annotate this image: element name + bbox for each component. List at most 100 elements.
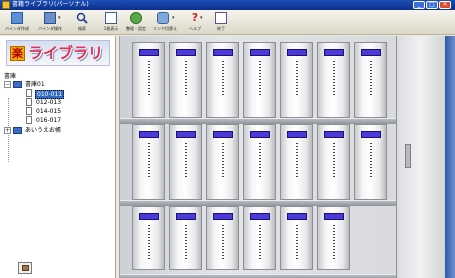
spine-text	[296, 61, 298, 95]
binder-spine[interactable]	[243, 124, 276, 200]
binder-spine[interactable]	[206, 206, 239, 270]
binder-spine[interactable]	[317, 124, 350, 200]
binder-create-button[interactable]: バインダ作成	[2, 11, 32, 34]
binder-create-icon	[11, 12, 23, 24]
binder-spine[interactable]	[132, 42, 165, 118]
binder-spine[interactable]	[243, 42, 276, 118]
door-handle[interactable]	[405, 144, 411, 168]
binder-icon	[26, 89, 32, 97]
spine-text	[148, 225, 150, 259]
dropdown-arrow-icon: ▾	[58, 15, 61, 21]
spine-text	[185, 61, 187, 95]
tree-node-shoko01[interactable]: − 書庫01	[4, 80, 104, 89]
spine-label	[287, 49, 307, 56]
tree-node-014-015[interactable]: 014-015	[26, 107, 106, 116]
spine-text	[222, 61, 224, 95]
toolbar-label: 検索	[78, 26, 86, 31]
binder-operate-button[interactable]: ▾ バインダ操作	[34, 11, 66, 34]
tree-node-label: あいうえお帳	[25, 127, 62, 134]
binder-spine[interactable]	[132, 124, 165, 200]
binder-spine[interactable]	[280, 42, 313, 118]
spine-text	[148, 143, 150, 177]
toolbar-label: ヘルプ	[189, 26, 201, 31]
binder-spine[interactable]	[206, 42, 239, 118]
spine-label	[176, 213, 196, 220]
close-button[interactable]: ✕	[439, 1, 451, 9]
spine-label	[250, 131, 270, 138]
desktop-edge	[445, 36, 455, 278]
spine-label	[324, 131, 344, 138]
toolbar-label: バインダ操作	[38, 26, 62, 31]
exit-button[interactable]: 終了	[212, 11, 230, 34]
spine-label	[287, 131, 307, 138]
logo-mark: 楽	[10, 46, 25, 61]
toolbar-label: 1枚表示	[103, 26, 119, 31]
binder-spine[interactable]	[317, 42, 350, 118]
collapse-icon[interactable]: −	[4, 81, 11, 88]
link-switch-icon	[157, 12, 169, 24]
spine-text	[222, 143, 224, 177]
bookshelf-view-button[interactable]	[18, 262, 32, 274]
binder-spine[interactable]	[354, 124, 387, 200]
tree-node-aiueo[interactable]: + あいうえお帳	[4, 126, 104, 135]
help-button[interactable]: ? ▾ ヘルプ	[184, 11, 206, 34]
library-tree-panel: 楽 ライブラリ 書庫 − 書庫01 010-011 012-013 014-01…	[0, 36, 116, 278]
binder-icon	[26, 116, 32, 124]
binder-spine[interactable]	[169, 124, 202, 200]
binder-spine[interactable]	[206, 124, 239, 200]
binder-spine[interactable]	[132, 206, 165, 270]
binder-spine[interactable]	[280, 206, 313, 270]
binder-icon	[26, 98, 32, 106]
spine-label	[361, 49, 381, 56]
tree-node-label: 書庫01	[25, 81, 45, 88]
title-bar: 書籍ライブラリ(パーソナル) _ □ ✕	[0, 0, 455, 10]
binder-spine[interactable]	[317, 206, 350, 270]
logo-text: ライブラリ	[28, 44, 104, 62]
toolbar-label: 整理・設定	[126, 26, 146, 31]
spine-label	[324, 213, 344, 220]
organize-settings-button[interactable]: 整理・設定	[122, 11, 150, 34]
tree-node-016-017[interactable]: 016-017	[26, 116, 106, 125]
tree-node-label: 012-013	[36, 99, 62, 106]
binder-spine[interactable]	[243, 206, 276, 270]
spine-text	[333, 143, 335, 177]
search-button[interactable]: 検索	[72, 11, 92, 34]
link-switch-button[interactable]: ▾ リンク切替え	[150, 11, 180, 34]
binder-spine[interactable]	[169, 206, 202, 270]
spine-label	[176, 131, 196, 138]
toolbar-label: バインダ作成	[5, 26, 29, 31]
spine-label	[139, 213, 159, 220]
expand-icon[interactable]: +	[4, 127, 11, 134]
search-icon	[76, 12, 88, 24]
binder-spine[interactable]	[280, 124, 313, 200]
single-page-icon	[105, 12, 117, 24]
dropdown-arrow-icon: ▾	[200, 15, 203, 21]
spine-label	[176, 49, 196, 56]
app-logo: 楽 ライブラリ	[6, 40, 110, 66]
exit-icon	[215, 12, 227, 24]
app-window: 書籍ライブラリ(パーソナル) _ □ ✕ バインダ作成 ▾ バインダ操作 検索 …	[0, 0, 455, 278]
spine-label	[213, 131, 233, 138]
spine-text	[259, 143, 261, 177]
tree-node-010-011[interactable]: 010-011	[26, 89, 106, 99]
bookshelf-icon	[13, 127, 22, 134]
spine-text	[333, 225, 335, 259]
spine-label	[324, 49, 344, 56]
maximize-button[interactable]: □	[426, 1, 438, 9]
spine-text	[185, 225, 187, 259]
tree-node-012-013[interactable]: 012-013	[26, 98, 106, 107]
bookshelf-icon	[13, 81, 22, 88]
tree-node-label: 016-017	[36, 117, 62, 124]
binder-spine[interactable]	[169, 42, 202, 118]
organize-settings-icon	[130, 12, 142, 24]
bookshelf-icon	[22, 265, 29, 271]
minimize-button[interactable]: _	[413, 1, 425, 9]
tree-node-label: 014-015	[36, 108, 62, 115]
spine-text	[333, 61, 335, 95]
dropdown-arrow-icon: ▾	[172, 15, 175, 21]
spine-text	[259, 61, 261, 95]
toolbar: バインダ作成 ▾ バインダ操作 検索 1枚表示 整理・設定 ▾ リンク切替え ?…	[0, 10, 455, 35]
binder-spine[interactable]	[354, 42, 387, 118]
single-page-button[interactable]: 1枚表示	[100, 11, 122, 34]
spine-text	[259, 225, 261, 259]
